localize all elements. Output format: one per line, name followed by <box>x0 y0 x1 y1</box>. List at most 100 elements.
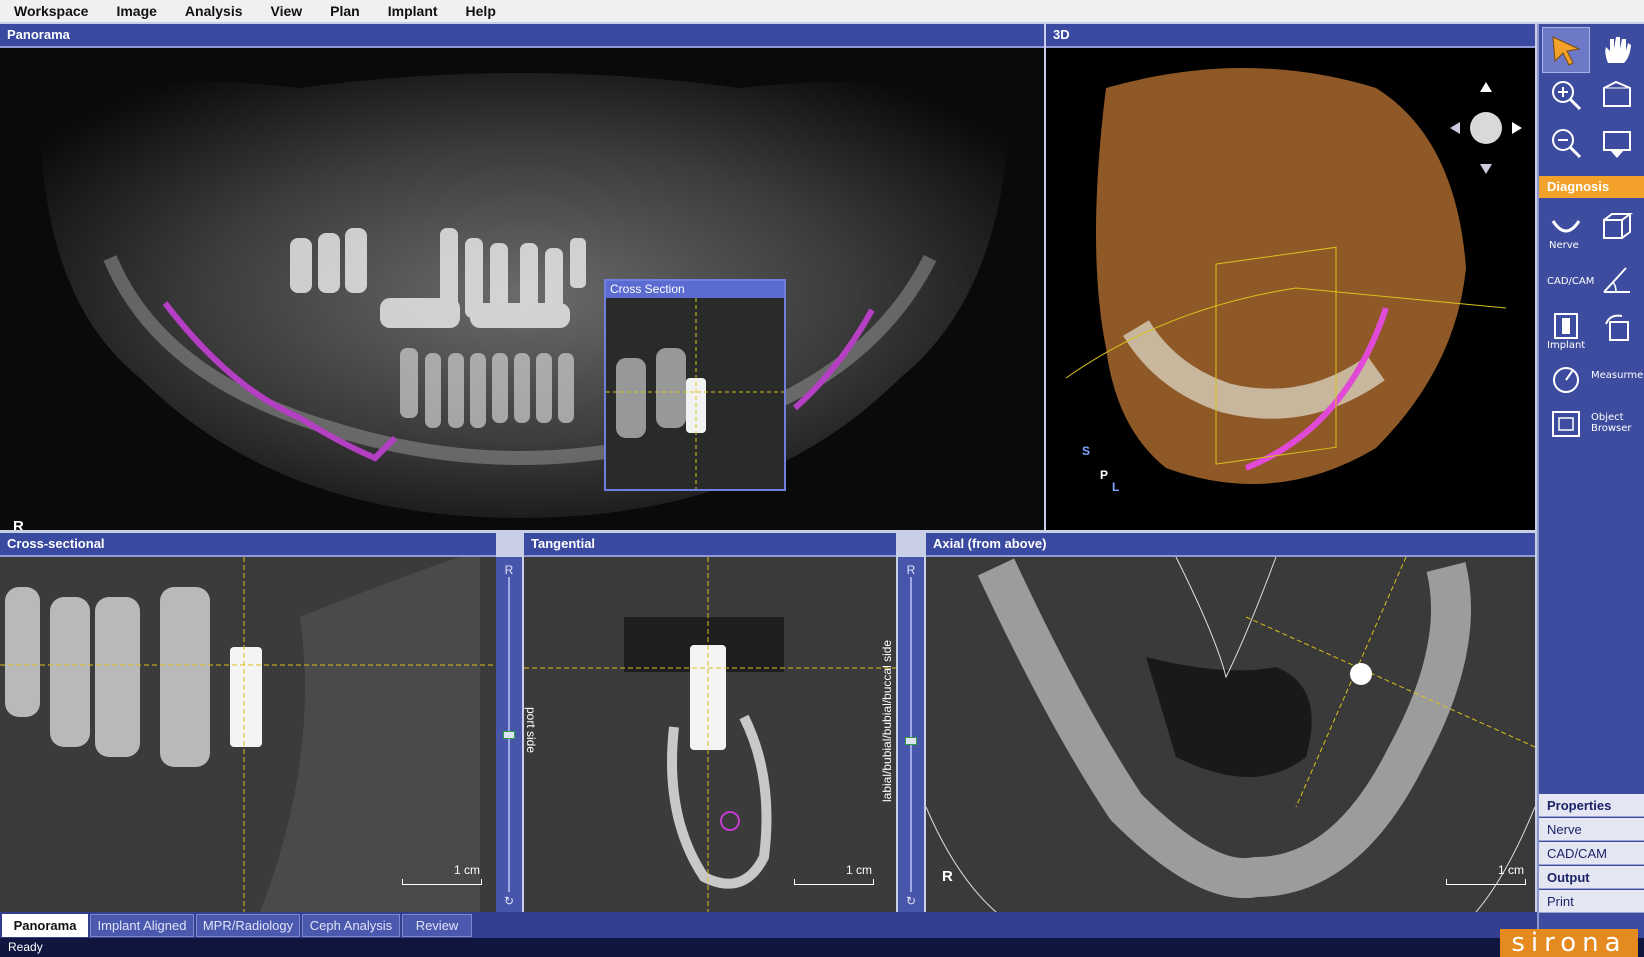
zoom-out-tool[interactable] <box>1542 120 1590 166</box>
cadcam-tool[interactable] <box>1593 256 1641 302</box>
cross-section-inset-title: Cross Section <box>606 281 784 298</box>
cadcam-button[interactable]: CAD/CAM <box>1539 842 1644 865</box>
view-top-tool[interactable] <box>1593 72 1641 118</box>
measurement-icon <box>1553 367 1579 393</box>
menu-workspace[interactable]: Workspace <box>8 3 94 19</box>
panorama-xray <box>0 48 1044 530</box>
orientation-head-icon[interactable] <box>1446 78 1526 178</box>
menu-view[interactable]: View <box>265 3 309 19</box>
slider-knob[interactable] <box>503 731 515 739</box>
buccal-side-label: labial/bubial/bubial/buccal side <box>880 639 894 802</box>
app-window: { "menu": ["Workspace", "Image", "Analys… <box>0 0 1644 957</box>
panorama-title: Panorama <box>0 24 1044 48</box>
menu-implant[interactable]: Implant <box>382 3 444 19</box>
volume-tool[interactable] <box>1593 204 1641 250</box>
implant-icon <box>1554 313 1578 339</box>
tangential-ct <box>524 557 896 912</box>
implant-cross[interactable] <box>230 647 262 747</box>
axis-l-label: L <box>1112 480 1120 494</box>
rotate-icon[interactable]: ↻ <box>501 894 517 908</box>
axial-title: Axial (from above) <box>926 533 1535 557</box>
measurement-tool-label: Measurment <box>1591 370 1644 381</box>
tab-panorama[interactable]: Panorama <box>2 914 88 937</box>
cross-slice-slider[interactable]: R ↻ <box>496 557 522 912</box>
cross-sectional-ct <box>0 557 496 912</box>
menu-help[interactable]: Help <box>460 3 502 19</box>
rotate-cube-icon <box>1605 314 1629 341</box>
cross-section-inset[interactable]: Cross Section <box>604 279 786 491</box>
scale-label-cross: 1 cm <box>453 863 480 877</box>
zoom-in-tool[interactable] <box>1542 72 1590 118</box>
menu-image[interactable]: Image <box>110 3 162 19</box>
panorama-side-marker: R <box>13 518 24 530</box>
tab-ceph-analysis[interactable]: Ceph Analysis <box>302 914 400 937</box>
rotate-icon-2[interactable]: ↻ <box>903 894 919 908</box>
cross-section-inset-image <box>606 298 784 489</box>
view-bottom-tool[interactable] <box>1593 120 1641 166</box>
axial-side-marker: R <box>942 868 953 885</box>
slider-knob-2[interactable] <box>905 737 917 745</box>
tangential-image[interactable]: port side labial/bubial/bubial/buccal si… <box>524 557 896 912</box>
hand-icon <box>1605 37 1631 63</box>
port-side-label: port side <box>524 707 538 754</box>
panorama-image[interactable]: Cross Section R <box>0 48 1044 530</box>
cube-bottom-icon <box>1603 131 1631 158</box>
axis-p-label: P <box>1100 468 1109 482</box>
pan-hand-tool[interactable] <box>1593 27 1641 73</box>
scale-label-tangential: 1 cm <box>845 863 872 877</box>
scale-bar-tangential: 1 cm <box>794 863 874 885</box>
tangential-slice-slider[interactable]: R ↻ <box>898 557 924 912</box>
scale-label-axial: 1 cm <box>1497 863 1524 877</box>
implant-tool-label: Implant <box>1547 340 1586 351</box>
status-bar: Ready <box>0 938 1644 957</box>
view3d-pane[interactable]: 3D S P L <box>1046 24 1535 530</box>
brand-logo: sirona <box>1500 929 1638 957</box>
axial-image[interactable]: R 1 cm <box>926 557 1535 912</box>
tangential-title: Tangential <box>524 533 896 557</box>
slider-top-label-2: R <box>906 563 916 577</box>
cadcam-tool-label: CAD/CAM <box>1547 276 1595 287</box>
output-button[interactable]: Output <box>1539 866 1644 889</box>
axial-pane[interactable]: Axial (from above) R 1 cm <box>926 533 1535 912</box>
menu-bar: Workspace Image Analysis View Plan Impla… <box>0 0 1644 22</box>
properties-button[interactable]: Properties <box>1539 794 1644 817</box>
nerve-tool-label: Nerve <box>1549 240 1579 251</box>
object-browser-label-1: Object <box>1591 412 1624 423</box>
slider-top-label: R <box>504 563 514 577</box>
tab-review[interactable]: Review <box>402 914 472 937</box>
object-browser-label-2: Browser <box>1591 423 1632 434</box>
scale-bar-cross: 1 cm <box>402 863 482 885</box>
arrow-pointer-icon <box>1552 36 1581 66</box>
cross-sectional-pane[interactable]: Cross-sectional 1 cm <box>0 533 496 912</box>
tangential-pane[interactable]: Tangential port side labial/bubial/bubia… <box>524 533 896 912</box>
angle-icon <box>1603 267 1630 293</box>
object-browser-tool[interactable] <box>1542 400 1590 446</box>
zoom-in-icon <box>1552 81 1582 111</box>
panorama-pane[interactable]: Panorama Cross Section R <box>0 24 1044 530</box>
tab-mpr-radiology[interactable]: MPR/Radiology <box>196 914 300 937</box>
select-arrow-tool[interactable] <box>1542 27 1590 73</box>
nerve-button[interactable]: Nerve <box>1539 818 1644 841</box>
menu-plan[interactable]: Plan <box>324 3 366 19</box>
view3d-title: 3D <box>1046 24 1535 48</box>
workflow-tab-bar: Panorama Implant Aligned MPR/Radiology C… <box>0 912 1537 938</box>
measurement-tool[interactable] <box>1542 356 1590 402</box>
nerve-icon <box>1551 220 1581 233</box>
diagnosis-section[interactable]: Diagnosis <box>1539 176 1644 198</box>
cross-sectional-title: Cross-sectional <box>0 533 496 557</box>
tool-panel: Diagnosis Nerve CAD/CAM Implant Measurme… <box>1537 24 1644 938</box>
volume-cube-icon <box>1603 213 1633 239</box>
status-text: Ready <box>8 940 43 954</box>
print-button[interactable]: Print <box>1539 890 1644 913</box>
slider-track-2[interactable] <box>910 577 912 892</box>
tab-implant-aligned[interactable]: Implant Aligned <box>90 914 194 937</box>
menu-analysis[interactable]: Analysis <box>179 3 249 19</box>
scale-bar-axial: 1 cm <box>1446 863 1526 885</box>
rotate-volume-tool[interactable] <box>1593 304 1641 350</box>
implant-axial[interactable] <box>1350 663 1372 685</box>
cross-sectional-image[interactable]: 1 cm <box>0 557 496 912</box>
view3d-image[interactable]: S P L <box>1046 48 1535 530</box>
object-browser-icon <box>1552 411 1580 437</box>
axial-ct <box>926 557 1535 912</box>
axis-s-label: S <box>1082 444 1091 458</box>
